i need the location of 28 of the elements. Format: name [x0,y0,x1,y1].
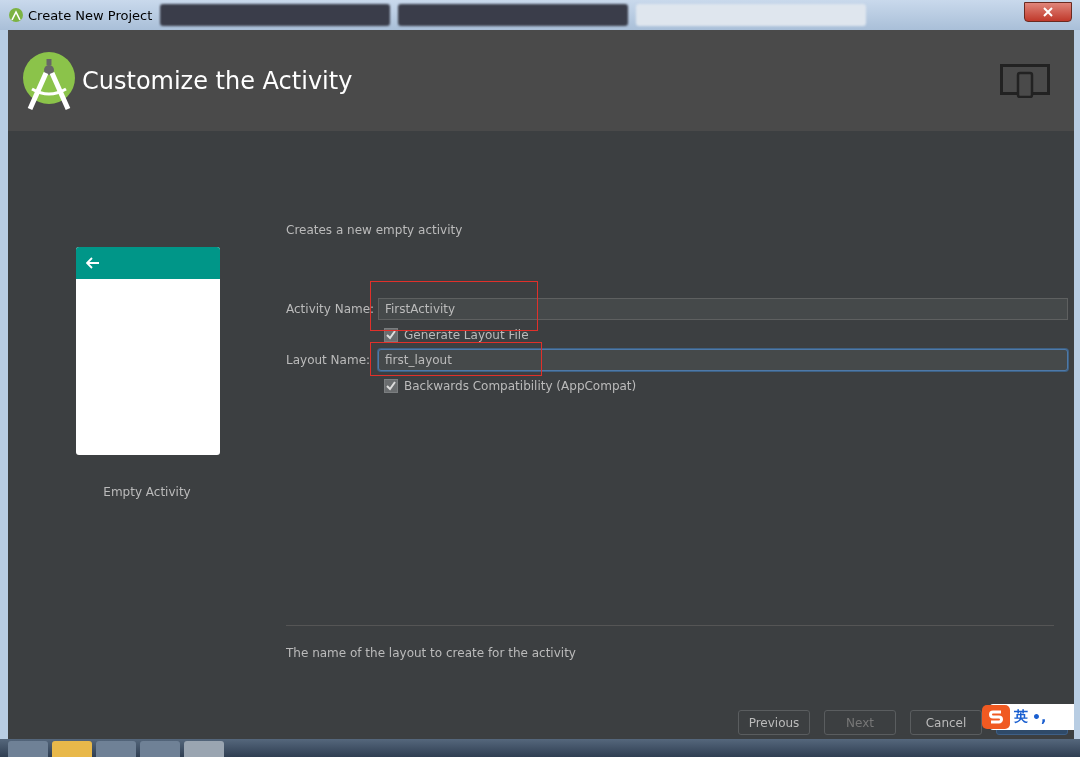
close-button[interactable] [1024,2,1072,22]
page-title: Customize the Activity [82,66,354,95]
field-label: Layout Name: [286,353,372,367]
device-icon [1000,63,1050,98]
browser-tab[interactable] [160,4,391,26]
window-title: Create New Project [28,7,153,23]
template-name: Empty Activity [103,485,191,499]
android-studio-logo [22,50,76,111]
back-arrow-icon [86,257,100,269]
wizard-button[interactable]: Cancel [910,710,982,735]
text-field[interactable]: FirstActivity [378,298,1068,320]
wizard-button[interactable]: Previous [738,710,810,735]
ime-punctuation[interactable]: •, [1032,709,1047,725]
text-field[interactable]: first_layout [378,349,1068,371]
help-text: The name of the layout to create for the activity [286,646,577,660]
browser-tab[interactable] [636,4,867,26]
taskbar-app[interactable] [8,741,48,757]
taskbar-app[interactable] [96,741,136,757]
ime-mode[interactable]: 英 [1014,708,1028,726]
checkbox[interactable] [384,379,398,393]
browser-tab[interactable] [398,4,629,26]
taskbar-app[interactable] [184,741,224,757]
taskbar-app[interactable] [52,741,92,757]
android-icon [8,7,24,23]
taskbar-app[interactable] [140,741,180,757]
close-icon [1043,7,1053,17]
description: Creates a new empty activity [286,223,464,237]
checkbox-label: Backwards Compatibility (AppCompat) [404,379,637,393]
